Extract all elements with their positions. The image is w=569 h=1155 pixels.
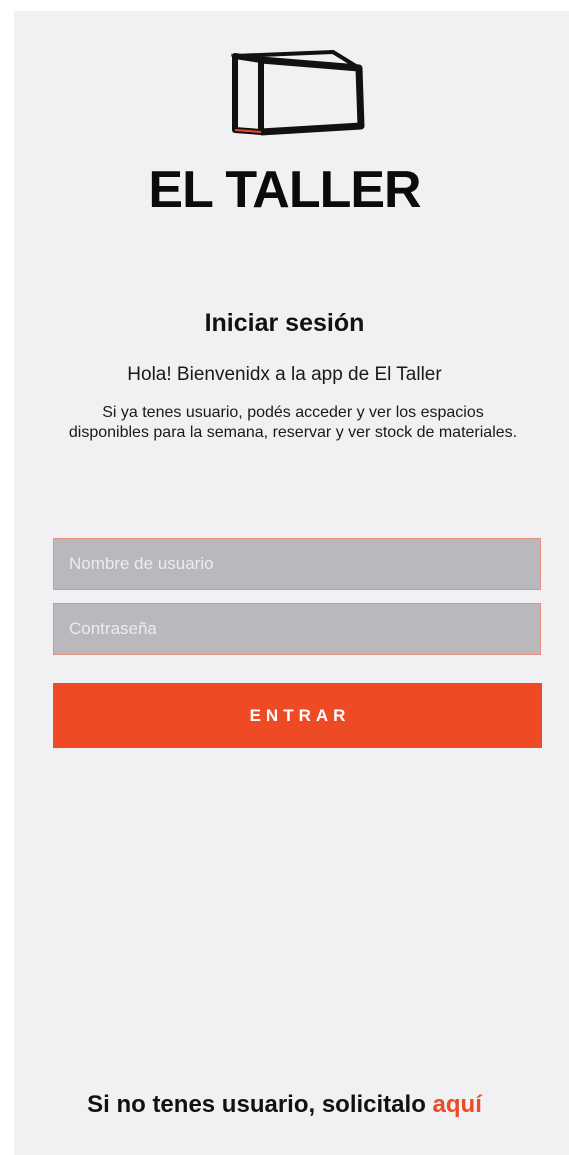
brand-name: EL TALLER [148, 161, 421, 219]
password-input[interactable] [53, 603, 541, 655]
page-title: Iniciar sesión [204, 309, 365, 337]
greeting-text: Hola! Bienvenidx a la app de El Taller [127, 364, 442, 385]
box-frame-logo [230, 50, 365, 136]
submit-button[interactable]: ENTRAR [53, 683, 542, 748]
signup-prompt-text: Si no tenes usuario, solicitalo [87, 1091, 433, 1118]
signup-prompt: Si no tenes usuario, solicitalo aquí [0, 1091, 569, 1119]
username-input[interactable] [53, 538, 541, 590]
description-text: Si ya tenes usuario, podés acceder y ver… [68, 404, 518, 441]
signup-link[interactable]: aquí [433, 1091, 482, 1118]
